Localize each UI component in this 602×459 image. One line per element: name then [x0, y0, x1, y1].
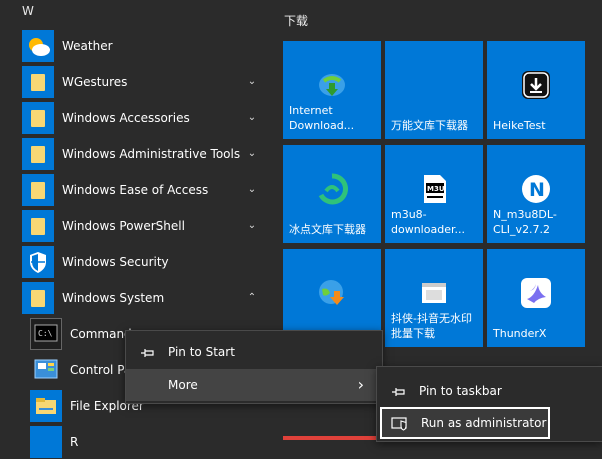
- tile-douxia[interactable]: 抖侠-抖音无水印批量下载: [385, 249, 483, 347]
- tile-wanneng-wenku[interactable]: 万能文库下载器: [385, 41, 483, 139]
- window-icon: [418, 277, 450, 309]
- app-label: Windows Ease of Access: [62, 183, 209, 197]
- folder-icon: [22, 282, 54, 314]
- idm-icon: [316, 69, 348, 101]
- download-icon: [520, 69, 552, 101]
- svg-text:C:\: C:\: [38, 329, 53, 338]
- tile-label: N_m3u8DL-CLI_v2.7.2: [493, 208, 557, 236]
- chevron-down-icon: ⌄: [247, 184, 257, 195]
- chevron-down-icon: ⌄: [247, 220, 257, 231]
- tile-thunderx[interactable]: ThunderX: [487, 249, 585, 347]
- app-label: Weather: [62, 39, 113, 53]
- folder-icon: [22, 102, 54, 134]
- folder-icon: [22, 210, 54, 242]
- app-label: Command: [70, 327, 132, 341]
- context-menu: Pin to Start More ›: [125, 330, 383, 404]
- app-partial[interactable]: R: [0, 425, 272, 459]
- app-wgestures[interactable]: WGestures ⌄: [0, 65, 272, 99]
- app-label: Windows System: [62, 291, 165, 305]
- app-label: Windows Accessories: [62, 111, 190, 125]
- app-label: Windows Administrative Tools: [62, 147, 241, 161]
- pin-icon: [391, 384, 407, 398]
- command-prompt-icon: C:\: [30, 318, 62, 350]
- tile-label: Internet Download...: [289, 104, 355, 132]
- tile-label: ThunderX: [493, 327, 547, 340]
- app-label: R: [70, 435, 79, 449]
- weather-icon: [22, 30, 54, 62]
- globe-download-icon: [316, 277, 348, 309]
- svg-text:N: N: [529, 179, 545, 201]
- tile-group-title[interactable]: 下载: [284, 12, 308, 29]
- chevron-down-icon: ⌄: [247, 76, 257, 87]
- menu-item-label: Pin to taskbar: [419, 384, 502, 398]
- shield-icon: [22, 246, 54, 278]
- folder-icon: [22, 138, 54, 170]
- tile-label: HeikeTest: [493, 119, 546, 132]
- tile-label: 抖侠-抖音无水印批量下载: [391, 312, 472, 340]
- thunderx-icon: [520, 277, 552, 309]
- chevron-right-icon: ›: [357, 375, 364, 394]
- tile-partial[interactable]: [283, 436, 381, 440]
- letter-header[interactable]: W: [22, 4, 34, 18]
- m3u-file-icon: M3U: [418, 173, 450, 205]
- tile-label: 万能文库下载器: [391, 119, 468, 132]
- pin-to-start-item[interactable]: Pin to Start: [126, 336, 382, 368]
- svg-text:M3U: M3U: [427, 185, 445, 193]
- tile-n-m3u8dl-cli[interactable]: N N_m3u8DL-CLI_v2.7.2: [487, 145, 585, 243]
- chevron-down-icon: ⌄: [247, 112, 257, 123]
- more-submenu: Pin to taskbar Run as administrator: [376, 366, 602, 442]
- tile-bingdian-wenku[interactable]: 冰点文库下载器: [283, 145, 381, 243]
- more-item[interactable]: More ›: [126, 369, 382, 401]
- run-as-administrator-item[interactable]: Run as administrator: [380, 407, 550, 439]
- chevron-down-icon: ⌄: [247, 148, 257, 159]
- folder-icon: [22, 66, 54, 98]
- menu-item-label: More: [168, 378, 198, 392]
- tile-label: m3u8-downloader...: [391, 208, 465, 236]
- app-label: WGestures: [62, 75, 128, 89]
- file-explorer-icon: [30, 390, 62, 422]
- tile-m3u8-downloader[interactable]: M3U m3u8-downloader...: [385, 145, 483, 243]
- app-windows-ease-of-access[interactable]: Windows Ease of Access ⌄: [0, 173, 272, 207]
- tile-heiketest[interactable]: HeikeTest: [487, 41, 585, 139]
- pin-icon: [140, 345, 156, 359]
- app-label: Windows Security: [62, 255, 169, 269]
- app-windows-security[interactable]: Windows Security: [0, 245, 272, 279]
- admin-shield-icon: [391, 415, 407, 431]
- app-windows-system[interactable]: Windows System ⌃: [0, 281, 272, 315]
- app-label: Windows PowerShell: [62, 219, 185, 233]
- menu-item-label: Run as administrator: [421, 416, 547, 430]
- folder-icon: [22, 174, 54, 206]
- app-windows-admin-tools[interactable]: Windows Administrative Tools ⌄: [0, 137, 272, 171]
- menu-item-label: Pin to Start: [168, 345, 235, 359]
- tile-label: 冰点文库下载器: [289, 223, 366, 236]
- tile-internet-download-manager[interactable]: Internet Download...: [283, 41, 381, 139]
- chevron-up-icon: ⌃: [247, 292, 257, 303]
- control-panel-icon: [30, 354, 62, 386]
- app-windows-powershell[interactable]: Windows PowerShell ⌄: [0, 209, 272, 243]
- pin-to-taskbar-item[interactable]: Pin to taskbar: [377, 375, 602, 407]
- app-label: Control Pa: [70, 363, 132, 377]
- app-weather[interactable]: Weather: [0, 29, 272, 63]
- app-icon: [30, 426, 62, 458]
- bingdian-icon: [316, 173, 349, 205]
- n-letter-icon: N: [520, 173, 552, 205]
- app-windows-accessories[interactable]: Windows Accessories ⌄: [0, 101, 272, 135]
